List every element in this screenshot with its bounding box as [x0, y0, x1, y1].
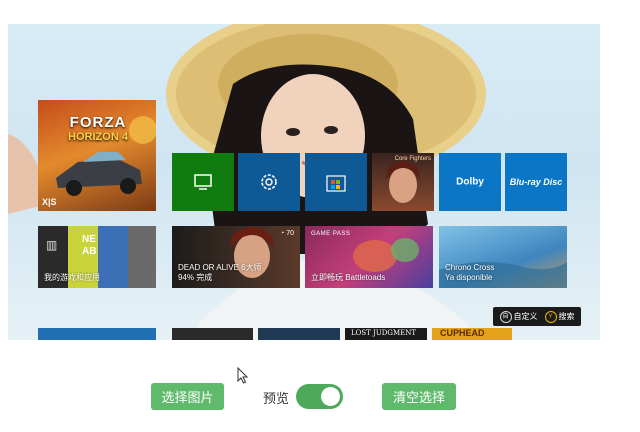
chrono-caption: Chrono Cross Ya disponible	[445, 263, 495, 282]
status-indicator: ◔ 70	[280, 230, 294, 237]
cover-art-text: NE AB	[82, 234, 97, 257]
clear-selection-button[interactable]: 清空选择	[382, 383, 456, 410]
settings-tile[interactable]	[238, 153, 300, 211]
bluray-label: Blu-ray Disc	[509, 177, 563, 187]
y-button-icon: Y	[544, 310, 557, 323]
dead-or-alive-tile[interactable]: Core Fighters	[372, 153, 434, 211]
store-icon	[326, 175, 346, 192]
gear-icon	[261, 174, 277, 190]
tv-icon	[194, 174, 212, 190]
cuphead-tile[interactable]: CUPHEAD	[432, 328, 512, 340]
tv-tile[interactable]	[172, 153, 234, 211]
choose-image-button[interactable]: 选择图片	[151, 383, 224, 410]
customize-hint: 自自定义	[499, 310, 538, 323]
bottom-tile-1[interactable]	[38, 328, 156, 340]
cuphead-title: CUPHEAD	[440, 328, 485, 338]
doa6-caption: DEAD OR ALIVE 6大师 94% 完成	[178, 263, 262, 282]
forza-horizon-tile[interactable]: FORZA HORIZON 4 X|S	[38, 100, 156, 211]
library-icon: ▥	[46, 238, 58, 252]
lost-judgment-title: LOST JUDGMENT	[351, 329, 417, 337]
battletoads-tile[interactable]: GAME PASS 立即畅玩 Battletoads	[305, 226, 433, 288]
bottom-tile-2[interactable]	[172, 328, 253, 340]
search-hint: Y 搜索	[544, 310, 575, 323]
dolby-label: Dolby	[456, 176, 484, 188]
doa6-tile[interactable]: ◔ 70 DEAD OR ALIVE 6大师 94% 完成	[172, 226, 300, 288]
preview-label: 预览	[263, 392, 290, 407]
toggle-knob	[321, 387, 340, 406]
dolby-tile[interactable]: Dolby	[439, 153, 501, 211]
chrono-cross-tile[interactable]: Chrono Cross Ya disponible	[439, 226, 567, 288]
preview-toggle[interactable]	[296, 384, 343, 409]
game-title: Core Fighters	[394, 156, 431, 162]
controller-hints: 自自定义 Y 搜索	[493, 307, 581, 326]
bottom-tile-3[interactable]	[258, 328, 340, 340]
view-button-icon: 自	[499, 310, 512, 323]
mouse-cursor-icon	[237, 367, 249, 384]
series-xs-label: X|S	[42, 197, 57, 207]
bluray-tile[interactable]: Blu-ray Disc	[505, 153, 567, 211]
battletoads-caption: 立即畅玩 Battletoads	[311, 273, 386, 282]
games-apps-label: 我的游戏和应用	[44, 273, 100, 282]
forza-logo: FORZA HORIZON 4	[68, 114, 128, 143]
lost-judgment-tile[interactable]: LOST JUDGMENT	[345, 328, 427, 340]
store-tile[interactable]	[305, 153, 367, 211]
dashboard-preview: FORZA HORIZON 4 X|S Core Fighters Dolby	[8, 24, 600, 340]
games-apps-tile[interactable]: ▥ NE AB 我的游戏和应用	[38, 226, 156, 288]
game-pass-badge: GAME PASS	[311, 231, 351, 237]
